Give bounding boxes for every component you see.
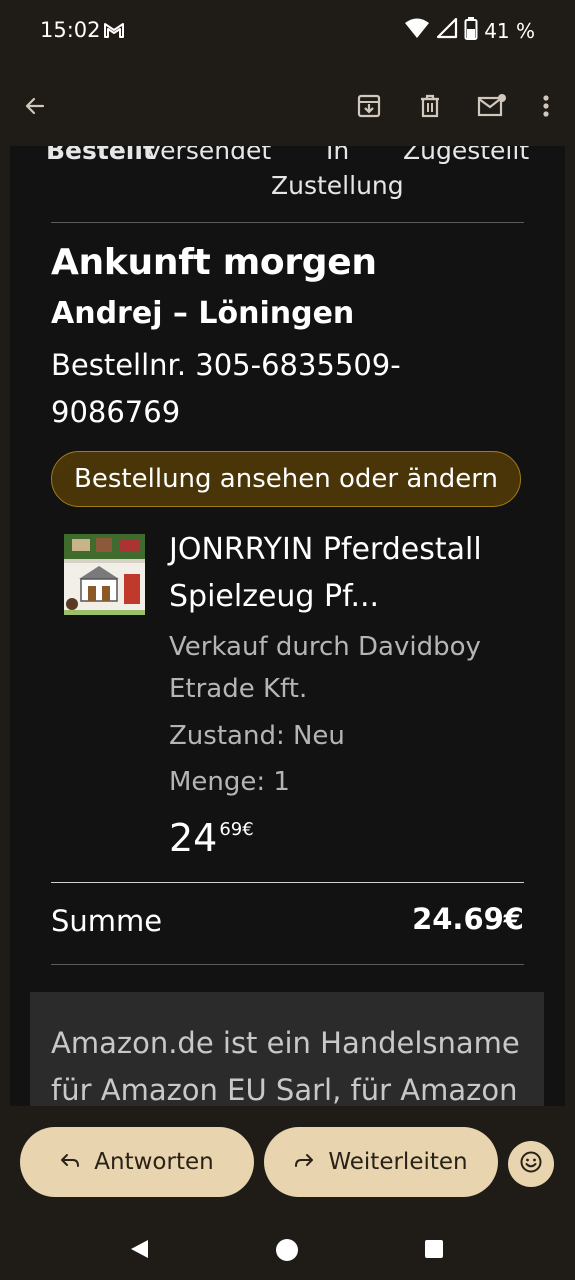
more-vert-icon[interactable] (528, 88, 564, 124)
app-bar (0, 66, 575, 146)
nav-home-icon[interactable] (275, 1238, 299, 1266)
divider (51, 222, 524, 223)
sum-value: 24.69€ (412, 902, 524, 936)
product-image[interactable] (64, 534, 145, 615)
back-arrow-icon[interactable] (17, 88, 53, 124)
product-price: 24 69€ (169, 816, 254, 860)
archive-icon[interactable] (351, 88, 387, 124)
step-delivery: Zustellung (271, 171, 404, 200)
order-number-line1: Bestellnr. 305-6835509- (51, 348, 401, 382)
product-quantity: Menge: 1 (169, 767, 290, 797)
battery-icon (464, 16, 478, 45)
order-number: Bestellnr. 305-6835509- 9086769 (51, 342, 521, 436)
status-time: 15:02 (40, 18, 101, 42)
product-condition: Zustand: Neu (169, 721, 345, 751)
divider (51, 882, 524, 883)
status-icons: 41 % (404, 16, 535, 45)
mark-unread-icon[interactable] (474, 88, 510, 124)
forward-label: Weiterleiten (328, 1149, 468, 1175)
delete-icon[interactable] (412, 88, 448, 124)
emoji-reaction-button[interactable] (508, 1141, 554, 1187)
gmail-notification-icon (103, 21, 125, 43)
product-title[interactable]: JONRRYIN Pferdestall Spielzeug Pf... (169, 526, 529, 620)
step-in: In (326, 146, 350, 165)
step-delivered: Zugestellt (403, 146, 530, 165)
status-bar: 15:02 41 % (0, 0, 575, 66)
forward-button[interactable]: Weiterleiten (264, 1127, 498, 1197)
divider (51, 964, 524, 965)
view-order-button[interactable]: Bestellung ansehen oder ändern (51, 451, 521, 507)
system-navigation-bar (0, 1224, 575, 1280)
step-shipped: Versendet (145, 146, 272, 165)
price-cents: 69€ (219, 819, 254, 840)
reply-icon (60, 1149, 80, 1175)
price-main: 24 (169, 816, 218, 860)
forward-icon (294, 1149, 314, 1175)
step-ordered: Bestellt (46, 146, 155, 165)
product-seller-line2: Etrade Kft. (169, 674, 308, 704)
legal-text: Amazon.de ist ein Handelsname für Amazon… (51, 1020, 531, 1106)
email-body[interactable]: Bestellt Versendet In Zustellung Zugeste… (10, 146, 565, 1106)
product-seller: Verkauf durch Davidboy Etrade Kft. (169, 626, 529, 710)
reply-actions-bar: Antworten Weiterleiten (0, 1106, 575, 1224)
nav-back-icon[interactable] (128, 1238, 150, 1264)
product-title-line2: Spielzeug Pf... (169, 579, 380, 614)
reply-button[interactable]: Antworten (20, 1127, 254, 1197)
battery-percent: 41 % (484, 18, 535, 43)
legal-text-line2: für Amazon EU Sarl, für Amazon (51, 1073, 518, 1106)
product-seller-line1: Verkauf durch Davidboy (169, 632, 481, 662)
product-title-line1: JONRRYIN Pferdestall (169, 532, 482, 567)
smiley-icon (519, 1150, 543, 1178)
legal-footer: Amazon.de ist ein Handelsname für Amazon… (30, 992, 544, 1106)
shipment-progress: Bestellt Versendet In Zustellung Zugeste… (46, 146, 540, 206)
legal-text-line1: Amazon.de ist ein Handelsname (51, 1026, 520, 1060)
recipient-line: Andrej – Löningen (51, 296, 355, 331)
sum-label: Summe (51, 904, 163, 938)
arrival-heading: Ankunft morgen (51, 242, 377, 283)
wifi-icon (404, 17, 430, 44)
reply-label: Antworten (94, 1149, 214, 1175)
nav-recents-icon[interactable] (424, 1239, 444, 1263)
signal-icon (436, 17, 458, 44)
order-number-line2: 9086769 (51, 395, 181, 429)
